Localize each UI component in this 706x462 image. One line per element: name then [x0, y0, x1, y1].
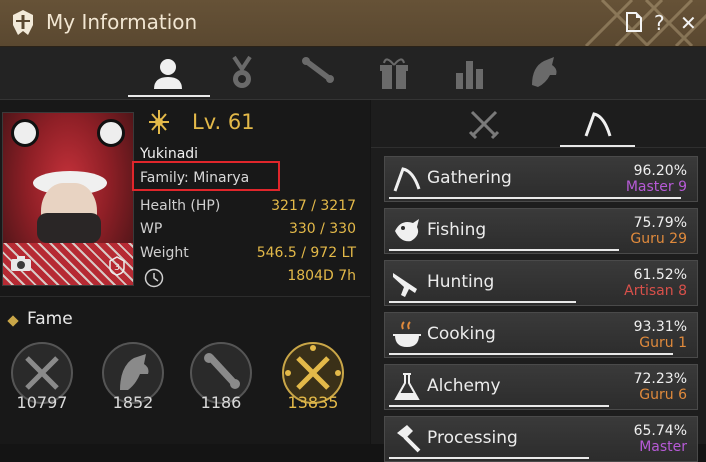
skill-rank: Guru 6: [639, 387, 687, 403]
skill-percent: 93.31%: [633, 319, 687, 335]
tab-medals[interactable]: [222, 55, 262, 91]
skill-percent: 65.74%: [633, 423, 687, 439]
helmet-icon: [13, 10, 33, 35]
active-tab-indicator: [128, 95, 210, 97]
skill-name: Alchemy: [427, 376, 501, 396]
sickle-icon[interactable]: [578, 106, 618, 142]
sickle-icon: [393, 167, 421, 192]
skill-progress-track: [389, 405, 693, 407]
skill-progress-fill: [389, 457, 589, 459]
close-icon[interactable]: ✕: [680, 12, 697, 34]
skill-percent: 96.20%: [633, 163, 687, 179]
section-divider: [0, 296, 370, 297]
skill-progress-track: [389, 197, 693, 199]
window-title: My Information: [46, 10, 198, 34]
tab-statistics[interactable]: [450, 55, 490, 91]
skill-progress-track: [389, 249, 693, 251]
tab-quests[interactable]: [298, 55, 338, 91]
skill-percent: 61.52%: [633, 267, 687, 283]
skill-name: Gathering: [427, 168, 512, 188]
skill-name: Cooking: [427, 324, 496, 344]
skill-rank: Guru 1: [639, 335, 687, 351]
skill-row-hunting[interactable]: Hunting 61.52% Artisan 8: [384, 260, 698, 306]
tab-mounts[interactable]: [524, 55, 564, 91]
skill-progress-track: [389, 301, 693, 303]
medal-icon: [232, 55, 252, 88]
skill-rank: Artisan 8: [624, 283, 687, 299]
family-name: Family: Minarya: [140, 170, 250, 186]
fame-value-life: 1852: [112, 393, 154, 412]
fame-value-quest: 1186: [200, 393, 242, 412]
tab-profile[interactable]: [148, 55, 188, 91]
character-level: Lv. 61: [192, 110, 255, 134]
account-badge-icon: 3: [109, 256, 125, 276]
info-tab-bar: [0, 47, 706, 100]
skill-name: Fishing: [427, 220, 487, 240]
stat-value-wp: 330 / 330: [288, 221, 356, 237]
fame-title: Fame: [27, 309, 73, 329]
horse-icon: [532, 57, 557, 87]
skill-name: Hunting: [427, 272, 495, 292]
skill-rank: Master 9: [625, 179, 687, 195]
skill-progress-track: [389, 457, 693, 459]
stat-value-weight: 546.5 / 972 LT: [256, 245, 356, 261]
fish-icon: [395, 219, 419, 242]
skill-row-cooking[interactable]: Cooking 93.31% Guru 1: [384, 312, 698, 358]
cooking-pot-icon: [393, 321, 421, 347]
fame-value-combat: 10797: [16, 393, 68, 412]
skill-progress-fill: [389, 405, 609, 407]
skill-percent: 75.79%: [633, 215, 687, 231]
right-tab-divider: [371, 147, 706, 148]
skill-row-fishing[interactable]: Fishing 75.79% Guru 29: [384, 208, 698, 254]
skill-progress-track: [389, 353, 693, 355]
tab-rewards[interactable]: [374, 55, 414, 91]
skill-progress-fill: [389, 249, 620, 251]
stats-chart-icon: [456, 61, 483, 89]
level-icon: [149, 110, 169, 134]
title-bar[interactable]: My Information ? ✕: [0, 0, 706, 47]
scroll-icon: [302, 57, 334, 83]
skill-rank: Master: [639, 439, 687, 455]
skill-progress-fill: [389, 197, 682, 199]
gift-icon: [380, 58, 408, 89]
stat-value-hp: 3217 / 3217: [271, 198, 356, 214]
skill-progress-fill: [389, 301, 577, 303]
skill-name: Processing: [427, 428, 518, 448]
playtime-value: 1804D 7h: [287, 268, 356, 284]
camera-icon[interactable]: [10, 256, 32, 272]
combat-swords-icon[interactable]: [464, 106, 504, 142]
skill-percent: 72.23%: [633, 371, 687, 387]
rifle-icon: [393, 273, 417, 297]
hammer-icon: [397, 425, 421, 453]
help-icon[interactable]: ?: [654, 12, 665, 34]
character-name: Yukinadi: [140, 146, 199, 162]
active-right-tab-indicator: [560, 145, 635, 147]
skill-progress-fill: [389, 353, 673, 355]
skill-rank: Guru 29: [630, 231, 687, 247]
skill-row-processing[interactable]: Processing 65.74% Master: [384, 416, 698, 462]
skill-row-gathering[interactable]: Gathering 96.20% Master 9: [384, 156, 698, 202]
fame-value-total: 13835: [287, 393, 339, 412]
page-icon[interactable]: [626, 12, 642, 36]
svg-text:3: 3: [114, 263, 120, 273]
skill-row-alchemy[interactable]: Alchemy 72.23% Guru 6: [384, 364, 698, 410]
flask-icon: [394, 373, 420, 400]
profile-icon: [154, 59, 182, 89]
